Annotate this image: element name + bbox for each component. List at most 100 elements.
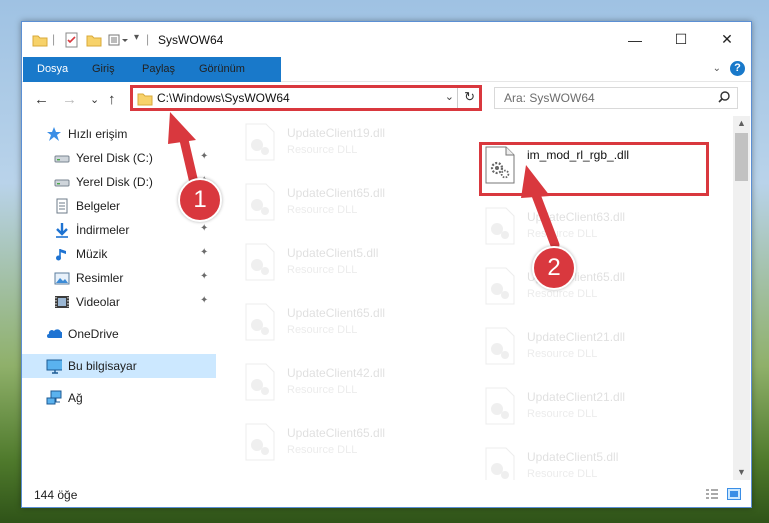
large-icons-view-icon[interactable] xyxy=(727,488,741,500)
address-path[interactable]: C:\Windows\SysWOW64 xyxy=(157,91,290,105)
pin-icon[interactable]: ✦ xyxy=(200,271,208,282)
file-item[interactable]: UpdateClient65.dll Resource DLL xyxy=(239,299,469,353)
nav-item-network[interactable]: Ağ xyxy=(22,386,216,410)
file-item[interactable]: UpdateClient21.dll Resource DLL xyxy=(479,323,709,377)
dll-file-icon xyxy=(485,327,515,365)
dll-file-icon xyxy=(245,243,275,281)
scroll-down-icon[interactable]: ▼ xyxy=(737,467,746,477)
nav-label: Resimler xyxy=(76,271,124,285)
search-icon[interactable] xyxy=(717,90,731,104)
scrollbar-thumb[interactable] xyxy=(735,133,748,181)
file-type: Resource DLL xyxy=(527,468,598,480)
file-name: UpdateClient19.dll xyxy=(287,126,386,140)
drive-icon xyxy=(54,155,70,163)
ribbon-expand-icon[interactable]: ⌄ xyxy=(713,63,721,74)
file-type: Resource DLL xyxy=(287,324,358,336)
details-view-icon[interactable] xyxy=(705,488,719,500)
refresh-button[interactable]: ↻ xyxy=(464,89,475,105)
pin-icon[interactable]: ✦ xyxy=(200,223,208,234)
nav-item-this-pc[interactable]: Bu bilgisayar xyxy=(22,354,216,378)
nav-label: Yerel Disk (D:) xyxy=(76,175,153,189)
tab-paylas[interactable]: Paylaş xyxy=(133,57,184,81)
dll-file-icon xyxy=(485,146,515,184)
folder-icon[interactable] xyxy=(32,32,48,48)
file-item[interactable]: UpdateClient5.dll Resource DLL xyxy=(239,239,469,293)
file-item-highlighted[interactable]: im_mod_rl_rgb_.dll xyxy=(479,142,709,196)
nav-label: OneDrive xyxy=(68,327,119,341)
search-placeholder: Ara: SysWOW64 xyxy=(504,91,595,105)
file-name: UpdateClient65.dll xyxy=(287,426,386,440)
search-box[interactable]: Ara: SysWOW64 xyxy=(494,87,738,109)
up-button[interactable]: ↑ xyxy=(108,91,116,108)
downloads-icon xyxy=(56,223,68,238)
item-count: 144 öğe xyxy=(34,488,78,502)
nav-label: Hızlı erişim xyxy=(68,127,128,141)
nav-item-onedrive[interactable]: OneDrive xyxy=(22,322,216,346)
file-item[interactable]: UpdateClient65.dll Resource DLL xyxy=(239,179,469,233)
file-item[interactable]: UpdateClient21.dll Resource DLL xyxy=(479,383,709,437)
file-type: Resource DLL xyxy=(287,204,358,216)
title-bar: | ▾ | SysWOW64 — ☐ ✕ xyxy=(22,22,751,57)
file-type: Resource DLL xyxy=(287,144,358,156)
dll-file-icon xyxy=(245,363,275,401)
tab-gorunum[interactable]: Görünüm xyxy=(190,57,254,81)
minimize-button[interactable]: — xyxy=(612,22,658,57)
ribbon-tabs: Dosya Giriş Paylaş Görünüm ⌄ ? xyxy=(22,57,751,111)
file-type: Resource DLL xyxy=(527,288,598,300)
file-type: Resource DLL xyxy=(287,444,358,456)
help-icon[interactable]: ? xyxy=(730,61,745,76)
nav-label: Videolar xyxy=(76,295,120,309)
file-list: UpdateClient19.dll Resource DLL UpdateCl… xyxy=(217,116,731,480)
address-bar[interactable]: C:\Windows\SysWOW64 ⌄ ↻ xyxy=(130,85,482,111)
tab-giris[interactable]: Giriş xyxy=(83,57,124,81)
music-icon xyxy=(56,249,66,261)
forward-button[interactable]: → xyxy=(62,91,77,108)
file-item[interactable]: UpdateClient5.dll Resource DLL xyxy=(479,443,709,480)
vertical-scrollbar[interactable]: ▲ ▼ xyxy=(733,116,750,480)
file-item[interactable]: UpdateClient65.dll Resource DLL xyxy=(479,263,709,317)
dll-file-icon xyxy=(245,303,275,341)
nav-item-downloads[interactable]: İndirmeler ✦ xyxy=(22,218,216,242)
network-icon xyxy=(46,390,62,405)
scroll-up-icon[interactable]: ▲ xyxy=(737,118,746,128)
close-button[interactable]: ✕ xyxy=(704,22,750,57)
back-button[interactable]: ← xyxy=(34,91,49,108)
pin-icon[interactable]: ✦ xyxy=(200,295,208,306)
nav-label: Belgeler xyxy=(76,199,121,213)
nav-item-local-disk-c[interactable]: Yerel Disk (C:) ✦ xyxy=(22,146,216,170)
pictures-icon xyxy=(54,272,70,285)
file-type: Resource DLL xyxy=(527,408,598,420)
pin-icon[interactable]: ✦ xyxy=(200,247,208,258)
file-name: UpdateClient21.dll xyxy=(527,390,626,404)
nav-item-pictures[interactable]: Resimler ✦ xyxy=(22,266,216,290)
pin-icon[interactable]: ✦ xyxy=(200,151,208,162)
quick-access-dropdown-icon[interactable]: ▾ xyxy=(134,32,139,48)
dll-file-icon xyxy=(245,183,275,221)
nav-item-music[interactable]: Müzik ✦ xyxy=(22,242,216,266)
properties-icon[interactable] xyxy=(64,32,80,48)
folder-icon xyxy=(137,93,153,106)
nav-label: Yerel Disk (C:) xyxy=(76,151,153,165)
dll-file-icon xyxy=(485,267,515,305)
dll-file-icon xyxy=(245,423,275,461)
recent-locations-button[interactable]: ⌄ xyxy=(90,93,99,106)
nav-quick-access[interactable]: Hızlı erişim xyxy=(22,122,216,146)
step-badge-2: 2 xyxy=(532,246,576,290)
file-item[interactable]: UpdateClient42.dll Resource DLL xyxy=(239,359,469,413)
star-icon xyxy=(47,127,61,141)
status-bar: 144 öğe xyxy=(22,482,751,507)
dll-file-icon xyxy=(485,447,515,480)
new-folder-icon[interactable] xyxy=(86,32,102,48)
address-dropdown-icon[interactable]: ⌄ xyxy=(445,90,454,103)
file-item[interactable]: UpdateClient19.dll Resource DLL xyxy=(239,119,469,173)
separator: | xyxy=(146,32,150,46)
file-item[interactable]: UpdateClient63.dll Resource DLL xyxy=(479,203,709,257)
customize-toolbar-icon[interactable] xyxy=(108,32,130,48)
documents-icon xyxy=(56,198,68,214)
file-name: UpdateClient21.dll xyxy=(527,330,626,344)
nav-item-videos[interactable]: Videolar ✦ xyxy=(22,290,216,314)
file-item[interactable]: UpdateClient65.dll Resource DLL xyxy=(239,419,469,473)
navigation-bar: ← → ⌄ ↑ C:\Windows\SysWOW64 ⌄ ↻ Ara: Sys… xyxy=(22,82,751,116)
file-type: Resource DLL xyxy=(527,228,598,240)
maximize-button[interactable]: ☐ xyxy=(658,22,704,57)
